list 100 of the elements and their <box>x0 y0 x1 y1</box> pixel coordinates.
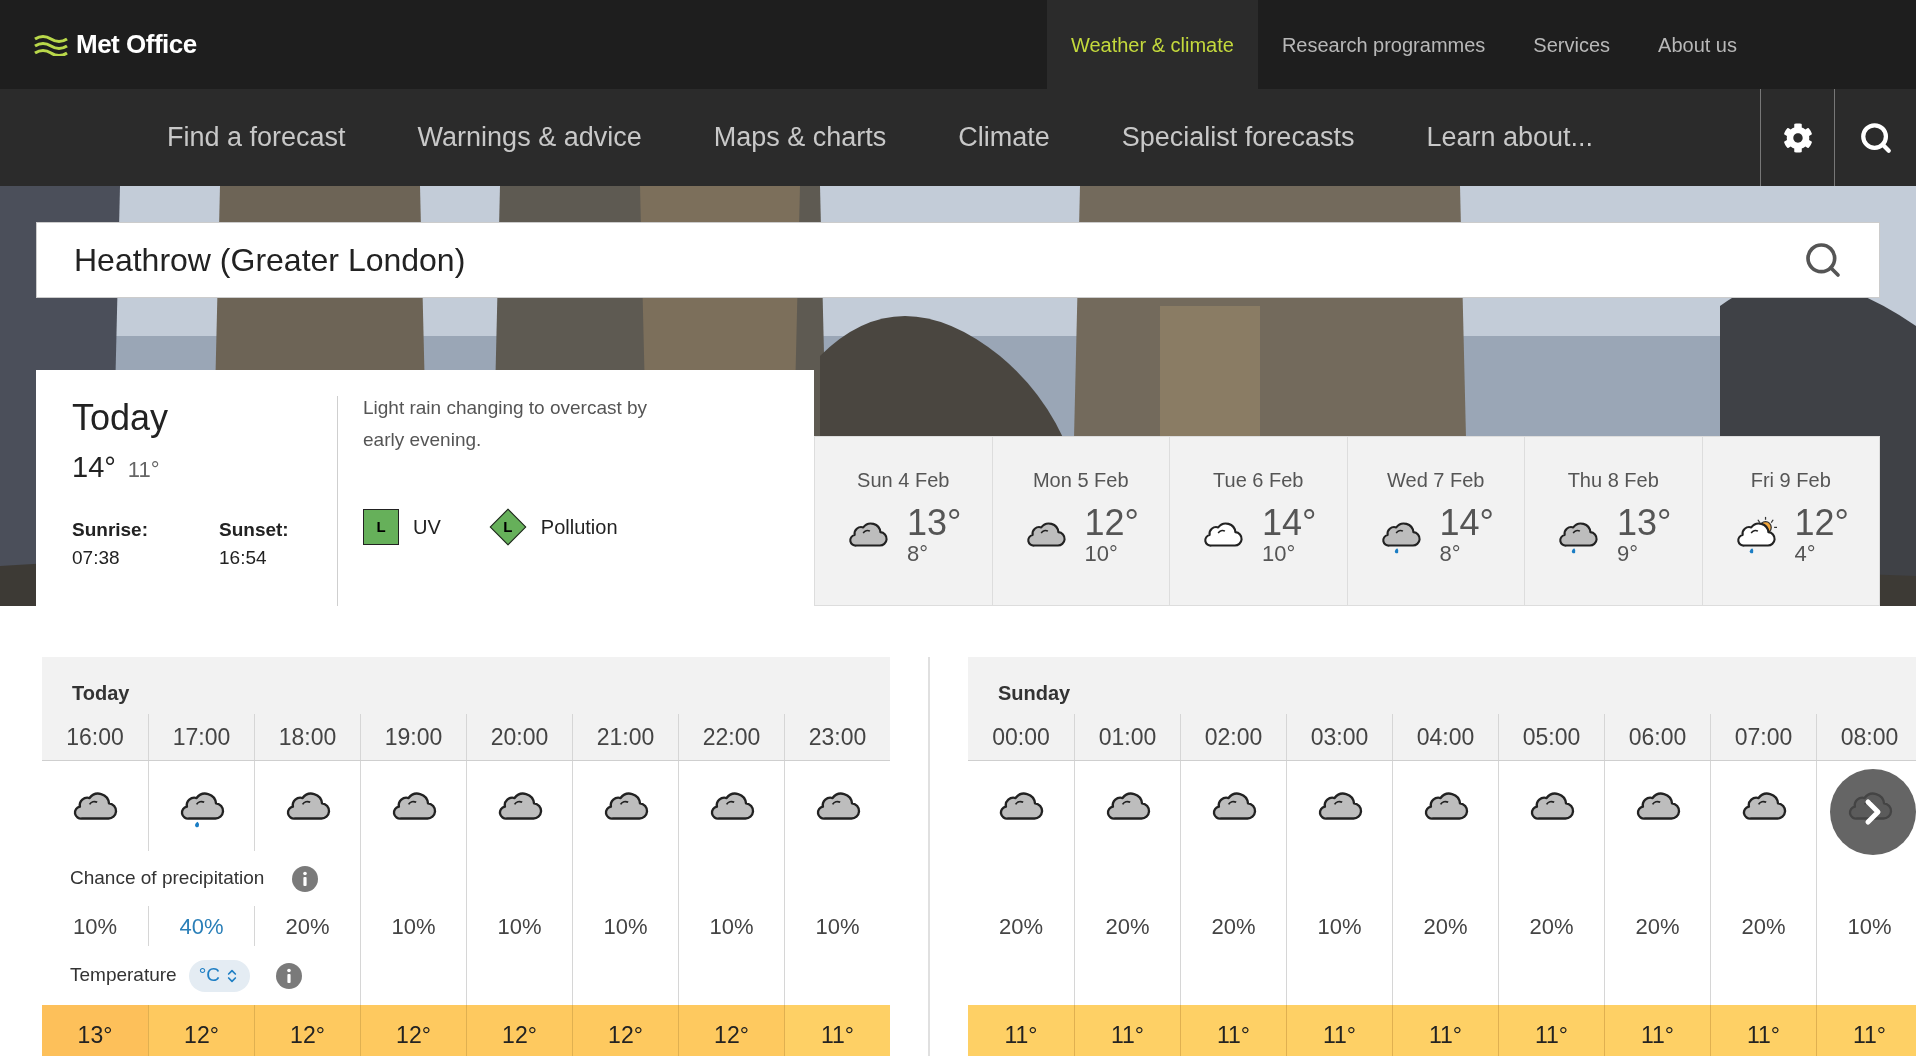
settings-icon <box>1782 122 1813 153</box>
sunset-label: Sunset: <box>219 517 289 542</box>
temperature-label: Temperature <box>70 963 177 988</box>
top-nav-link[interactable]: About us <box>1634 0 1761 89</box>
day-date: Fri 9 Feb <box>1750 468 1831 493</box>
day-card[interactable]: Thu 8 Feb 13° 9° <box>1524 437 1702 605</box>
temperature-value: 12° <box>396 1020 431 1050</box>
main-nav-link[interactable]: Maps & charts <box>713 117 887 158</box>
hour-label: 16:00 <box>66 722 124 752</box>
temperature-value: 11° <box>1852 1020 1887 1050</box>
main-nav-link[interactable]: Learn about... <box>1426 117 1594 158</box>
hour-label: 03:00 <box>1310 722 1369 752</box>
precipitation-value: 20% <box>1423 912 1468 941</box>
temperature-value: 12° <box>290 1020 325 1050</box>
day-label: Sunday <box>998 681 1071 706</box>
day-date: Thu 8 Feb <box>1567 468 1659 493</box>
main-nav-link[interactable]: Find a forecast <box>167 117 346 158</box>
precipitation-value: 10% <box>497 912 542 941</box>
hour-label: 05:00 <box>1522 722 1581 752</box>
main-nav-link[interactable]: Climate <box>958 117 1050 158</box>
temperature-value: 12° <box>502 1020 537 1050</box>
index-label: UV <box>413 515 441 540</box>
temperature-value: 11° <box>1640 1020 1675 1050</box>
temperature-value: 12° <box>714 1020 749 1050</box>
sunrise-time: 07:38 <box>72 546 121 570</box>
logo-icon <box>34 33 68 56</box>
top-nav-link[interactable]: Weather & climate <box>1046 0 1258 89</box>
day-date: Sun 4 Feb <box>857 468 950 493</box>
precipitation-value: 20% <box>1741 912 1786 941</box>
precipitation-value: 20% <box>998 912 1043 941</box>
low-temperature: 11° <box>127 456 160 484</box>
low-temperature: 8° <box>1439 543 1462 565</box>
hour-label: 00:00 <box>992 722 1050 752</box>
precipitation-label: Chance of precipitation <box>70 866 265 891</box>
temperature-value: 11° <box>1428 1020 1463 1050</box>
precipitation-value: 10% <box>709 912 754 941</box>
temperature-value: 11° <box>1534 1020 1569 1050</box>
hour-label: 04:00 <box>1416 722 1475 752</box>
high-temperature: 14° <box>1439 505 1494 541</box>
sunset-time: 16:54 <box>219 546 268 570</box>
main-nav-link[interactable]: Specialist forecasts <box>1121 117 1355 158</box>
today-title: Today <box>72 396 170 440</box>
search-field[interactable]: Heathrow (Greater London) <box>36 222 1880 298</box>
top-nav-link[interactable]: Research programmes <box>1257 0 1510 89</box>
precipitation-value: 40% <box>179 912 224 941</box>
precipitation-value: 20% <box>1635 912 1680 941</box>
temperature-value: 12° <box>608 1020 643 1050</box>
settings-button[interactable] <box>1760 89 1835 186</box>
hour-label: 18:00 <box>278 722 337 752</box>
temperature-value: 11° <box>1004 1020 1038 1050</box>
precipitation-value: 20% <box>1211 912 1256 941</box>
precipitation-value: 10% <box>603 912 648 941</box>
low-temperature: 9° <box>1617 543 1640 565</box>
day-card[interactable]: Mon 5 Feb 12° 10° <box>991 437 1169 605</box>
temperature-value: 11° <box>1746 1020 1781 1050</box>
day-card[interactable]: Fri 9 Feb 12° 4° <box>1701 437 1879 605</box>
precipitation-value: 20% <box>285 912 330 941</box>
low-temperature: 10° <box>1084 543 1119 565</box>
temperature-value: 12° <box>184 1020 219 1050</box>
main-nav-link[interactable]: Warnings & advice <box>417 117 642 158</box>
high-temperature: 12° <box>1794 505 1849 541</box>
info-icon[interactable] <box>292 865 319 892</box>
day-card[interactable]: Sun 4 Feb 13° 8° <box>815 437 992 605</box>
forecast-summary: Light rain changing to overcast by early evening. <box>363 396 649 452</box>
unit-selector[interactable]: °C <box>188 959 250 992</box>
precipitation-value: 20% <box>1529 912 1574 941</box>
day-card[interactable]: Tue 6 Feb 14° 10° <box>1169 437 1347 605</box>
day-date: Mon 5 Feb <box>1032 468 1129 493</box>
precipitation-value: 10% <box>1847 912 1892 941</box>
temperature-value: 11° <box>1110 1020 1145 1050</box>
logo-text[interactable]: Met Office <box>76 25 197 64</box>
hour-label: 08:00 <box>1840 722 1899 752</box>
high-temperature: 14° <box>72 450 116 485</box>
high-temperature: 12° <box>1084 505 1139 541</box>
top-nav-link[interactable]: Services <box>1509 0 1635 89</box>
info-icon[interactable] <box>276 962 302 989</box>
sunrise-label: Sunrise: <box>72 517 150 542</box>
temperature-value: 11° <box>1216 1020 1251 1050</box>
low-temperature: 4° <box>1794 543 1817 565</box>
precipitation-value: 10% <box>72 912 117 941</box>
hour-label: 17:00 <box>172 722 231 752</box>
hour-label: 22:00 <box>702 722 761 752</box>
high-temperature: 13° <box>907 505 962 541</box>
hour-label: 06:00 <box>1628 722 1687 752</box>
low-temperature: 10° <box>1262 543 1297 565</box>
temperature-value: 11° <box>1322 1020 1357 1050</box>
day-date: Tue 6 Feb <box>1213 468 1304 493</box>
temperature-value: 13° <box>77 1020 113 1050</box>
day-label: Today <box>72 681 130 706</box>
hour-label: 20:00 <box>490 722 549 752</box>
hour-label: 01:00 <box>1098 722 1157 752</box>
hour-label: 02:00 <box>1204 722 1263 752</box>
temperature-value: 11° <box>820 1020 855 1050</box>
day-card[interactable]: Wed 7 Feb 14° 8° <box>1346 437 1524 605</box>
index-label: Pollution <box>540 515 618 540</box>
hour-label: 19:00 <box>384 722 443 752</box>
high-temperature: 14° <box>1262 505 1317 541</box>
search-icon[interactable] <box>1803 240 1843 280</box>
hour-label: 23:00 <box>808 722 867 752</box>
day-date: Wed 7 Feb <box>1387 468 1485 493</box>
